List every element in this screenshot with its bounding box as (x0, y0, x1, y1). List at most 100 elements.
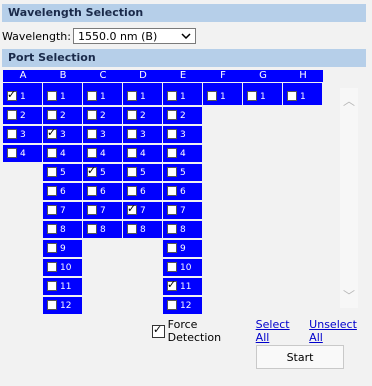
port-b-8[interactable]: 8 (43, 221, 82, 238)
port-a-4[interactable]: 4 (3, 145, 42, 162)
port-d-1[interactable]: 1 (123, 83, 162, 105)
port-checkbox[interactable] (167, 91, 177, 101)
port-d-4[interactable]: 4 (123, 145, 162, 162)
port-c-8[interactable]: 8 (83, 221, 122, 238)
port-checkbox[interactable] (87, 148, 97, 158)
port-h-1[interactable]: 1 (283, 83, 322, 105)
port-checkbox[interactable] (87, 164, 97, 177)
port-checkbox[interactable] (127, 186, 137, 196)
port-checkbox[interactable] (47, 167, 57, 177)
port-e-12[interactable]: 12 (163, 297, 202, 314)
unselect-all-link[interactable]: Unselect All (309, 318, 372, 344)
port-checkbox[interactable] (47, 110, 57, 120)
select-all-link[interactable]: Select All (256, 318, 306, 344)
port-b-7[interactable]: 7 (43, 202, 82, 219)
port-checkbox[interactable] (127, 148, 137, 158)
port-checkbox[interactable] (47, 281, 57, 291)
port-checkbox[interactable] (47, 148, 57, 158)
port-checkbox[interactable] (167, 243, 177, 253)
port-b-4[interactable]: 4 (43, 145, 82, 162)
port-checkbox[interactable] (47, 224, 57, 234)
port-d-8[interactable]: 8 (123, 221, 162, 238)
port-checkbox[interactable] (167, 205, 177, 215)
port-f-1[interactable]: 1 (203, 83, 242, 105)
port-e-10[interactable]: 10 (163, 259, 202, 276)
force-detection-checkbox[interactable] (152, 323, 165, 338)
port-b-5[interactable]: 5 (43, 164, 82, 181)
port-checkbox[interactable] (247, 91, 257, 101)
port-e-1[interactable]: 1 (163, 83, 202, 105)
port-e-7[interactable]: 7 (163, 202, 202, 219)
port-b-2[interactable]: 2 (43, 107, 82, 124)
port-checkbox[interactable] (47, 186, 57, 196)
port-checkbox[interactable] (167, 129, 177, 139)
port-checkbox[interactable] (127, 224, 137, 234)
port-checkbox[interactable] (167, 167, 177, 177)
port-checkbox[interactable] (167, 262, 177, 272)
port-checkbox[interactable] (167, 186, 177, 196)
port-e-9[interactable]: 9 (163, 240, 202, 257)
port-checkbox[interactable] (127, 202, 137, 215)
port-checkbox[interactable] (7, 88, 17, 101)
port-b-1[interactable]: 1 (43, 83, 82, 105)
port-b-9[interactable]: 9 (43, 240, 82, 257)
port-b-11[interactable]: 11 (43, 278, 82, 295)
port-checkbox[interactable] (47, 126, 57, 139)
port-c-2[interactable]: 2 (83, 107, 122, 124)
port-c-5[interactable]: 5 (83, 164, 122, 181)
port-b-10[interactable]: 10 (43, 259, 82, 276)
port-checkbox[interactable] (47, 91, 57, 101)
port-checkbox[interactable] (167, 278, 177, 291)
port-checkbox[interactable] (127, 129, 137, 139)
port-checkbox[interactable] (287, 91, 297, 101)
port-e-6[interactable]: 6 (163, 183, 202, 200)
port-checkbox[interactable] (127, 167, 137, 177)
port-scrollbar[interactable]: ︿ ﹀ (340, 88, 358, 308)
port-checkbox[interactable] (167, 148, 177, 158)
port-checkbox[interactable] (47, 243, 57, 253)
port-checkbox[interactable] (7, 129, 17, 139)
port-checkbox[interactable] (167, 300, 177, 310)
port-b-6[interactable]: 6 (43, 183, 82, 200)
port-e-3[interactable]: 3 (163, 126, 202, 143)
port-checkbox[interactable] (7, 148, 17, 158)
port-a-3[interactable]: 3 (3, 126, 42, 143)
port-checkbox[interactable] (87, 110, 97, 120)
port-checkbox[interactable] (167, 224, 177, 234)
port-c-4[interactable]: 4 (83, 145, 122, 162)
port-c-6[interactable]: 6 (83, 183, 122, 200)
port-b-3[interactable]: 3 (43, 126, 82, 143)
port-c-1[interactable]: 1 (83, 83, 122, 105)
port-d-3[interactable]: 3 (123, 126, 162, 143)
wavelength-select[interactable]: 1550.0 nm (B) (72, 28, 196, 44)
port-checkbox[interactable] (167, 110, 177, 120)
port-checkbox[interactable] (87, 129, 97, 139)
start-button[interactable]: Start (256, 345, 344, 369)
port-d-2[interactable]: 2 (123, 107, 162, 124)
port-checkbox[interactable] (87, 91, 97, 101)
port-checkbox[interactable] (47, 300, 57, 310)
port-b-12[interactable]: 12 (43, 297, 82, 314)
scroll-up-arrow-icon[interactable]: ︿ (343, 92, 355, 109)
port-a-2[interactable]: 2 (3, 107, 42, 124)
port-e-5[interactable]: 5 (163, 164, 202, 181)
port-checkbox[interactable] (207, 91, 217, 101)
scroll-down-arrow-icon[interactable]: ﹀ (343, 287, 355, 304)
port-a-1[interactable]: 1 (3, 83, 42, 105)
port-d-7[interactable]: 7 (123, 202, 162, 219)
port-c-7[interactable]: 7 (83, 202, 122, 219)
port-checkbox[interactable] (87, 186, 97, 196)
port-checkbox[interactable] (87, 205, 97, 215)
port-checkbox[interactable] (7, 110, 17, 120)
port-checkbox[interactable] (47, 262, 57, 272)
port-e-8[interactable]: 8 (163, 221, 202, 238)
port-checkbox[interactable] (87, 224, 97, 234)
port-d-6[interactable]: 6 (123, 183, 162, 200)
port-checkbox[interactable] (127, 91, 137, 101)
port-e-2[interactable]: 2 (163, 107, 202, 124)
port-e-11[interactable]: 11 (163, 278, 202, 295)
port-checkbox[interactable] (47, 205, 57, 215)
port-c-3[interactable]: 3 (83, 126, 122, 143)
port-e-4[interactable]: 4 (163, 145, 202, 162)
port-d-5[interactable]: 5 (123, 164, 162, 181)
